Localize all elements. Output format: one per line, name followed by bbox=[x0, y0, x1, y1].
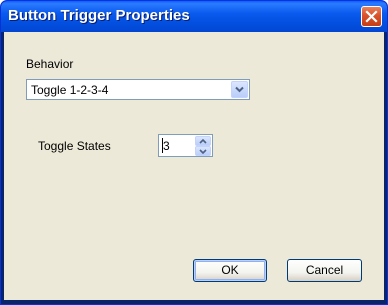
close-icon bbox=[365, 10, 378, 23]
behavior-dropdown-button[interactable] bbox=[231, 81, 248, 98]
stepper-down-button[interactable] bbox=[195, 146, 211, 156]
chevron-down-icon bbox=[235, 86, 244, 93]
toggle-states-stepper[interactable]: 3 bbox=[158, 134, 213, 157]
dialog-title: Button Trigger Properties bbox=[8, 7, 190, 24]
toggle-states-value[interactable]: 3 bbox=[163, 139, 170, 153]
stepper-up-button[interactable] bbox=[195, 136, 211, 146]
ok-button[interactable]: OK bbox=[193, 259, 267, 282]
chevron-down-icon bbox=[199, 149, 207, 154]
dialog-body: Behavior Toggle 1-2-3-4 Toggle States 3 bbox=[4, 32, 384, 300]
behavior-label: Behavior bbox=[26, 57, 74, 71]
title-bar[interactable]: Button Trigger Properties bbox=[1, 1, 387, 32]
chevron-up-icon bbox=[199, 139, 207, 144]
close-button[interactable] bbox=[361, 6, 382, 27]
behavior-dropdown[interactable]: Toggle 1-2-3-4 bbox=[26, 79, 250, 100]
cancel-button[interactable]: Cancel bbox=[287, 259, 362, 282]
toggle-states-label: Toggle States bbox=[38, 139, 111, 153]
behavior-selected-value: Toggle 1-2-3-4 bbox=[31, 83, 109, 97]
dialog-window: Button Trigger Properties Behavior Toggl… bbox=[0, 0, 388, 305]
